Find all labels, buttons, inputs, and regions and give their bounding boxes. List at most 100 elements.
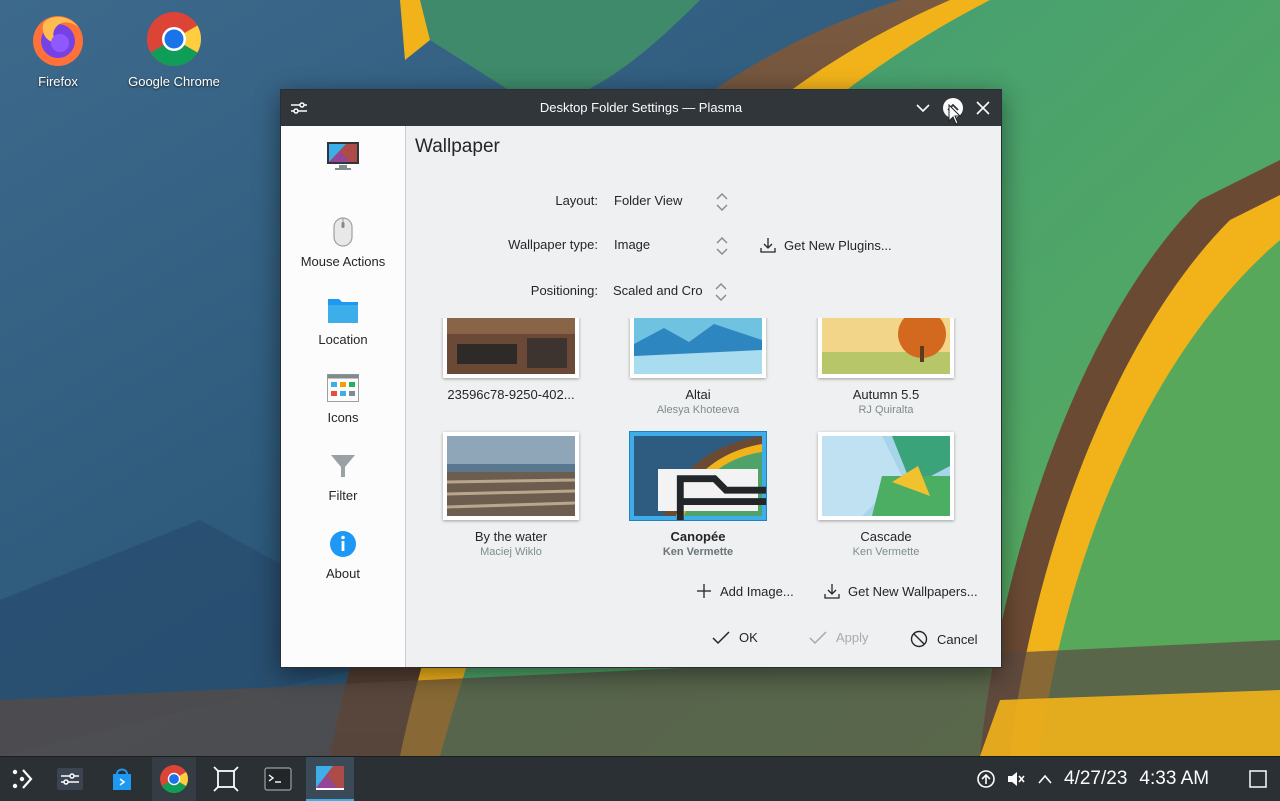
wallpaper-preview (447, 436, 575, 516)
wallpaper-name: Autumn 5.5 (852, 387, 920, 402)
taskbar: 4/27/23 4:33 AM (0, 756, 1280, 801)
mouse-cursor-icon (948, 104, 962, 125)
wallpaper-grid[interactable]: 23596c78-9250-402... Altai Alesya Khotee… (416, 318, 996, 588)
wallpaper-thumb-23596c78[interactable]: 23596c78-9250-402... (443, 318, 579, 404)
close-button[interactable] (973, 98, 993, 118)
updown-arrows-icon (716, 193, 728, 211)
get-new-plugins-label: Get New Plugins... (784, 237, 892, 253)
wallpaper-thumb-cascade[interactable]: Cascade Ken Vermette (818, 432, 954, 558)
close-icon (976, 101, 990, 115)
taskbar-discover[interactable] (100, 757, 144, 801)
icons-grid-icon (325, 370, 361, 406)
sidebar-item-label: Icons (327, 410, 359, 425)
get-new-plugins-button[interactable]: Get New Plugins... (760, 237, 892, 253)
volume-muted-icon[interactable] (1006, 769, 1026, 789)
desktop-icon-label: Firefox (38, 74, 78, 89)
taskbar-date[interactable]: 4/27/23 (1064, 768, 1127, 790)
wallpaper-name: 23596c78-9250-402... (447, 387, 575, 402)
launcher-icon (12, 769, 33, 789)
show-desktop-icon (1249, 770, 1267, 788)
desktop-icon-firefox[interactable]: Firefox (3, 10, 113, 89)
system-tray: 4/27/23 4:33 AM (976, 757, 1209, 801)
wallpaper-name: Cascade (860, 529, 912, 544)
wallpaper-author: Ken Vermette (662, 546, 734, 558)
ok-label: OK (739, 630, 758, 645)
get-new-wallpapers-button[interactable]: Get New Wallpapers... (824, 583, 978, 599)
updown-arrows-icon (715, 283, 727, 301)
wallpaper-thumb-by-the-water[interactable]: By the water Maciej Wiklo (443, 432, 579, 558)
firefox-icon (29, 10, 87, 68)
minimize-button[interactable] (913, 98, 933, 118)
desktop-icon-chrome[interactable]: Google Chrome (119, 10, 229, 89)
sidebar-item-about[interactable]: About (281, 526, 405, 581)
open-folder-overlay[interactable] (658, 469, 766, 520)
sidebar-item-icons[interactable]: Icons (281, 370, 405, 425)
sidebar-item-label: Location (318, 332, 368, 347)
monitor-icon (325, 138, 361, 174)
wallpaper-author: Alesya Khoteeva (656, 404, 740, 416)
taskbar-time[interactable]: 4:33 AM (1139, 768, 1209, 790)
ok-button[interactable]: OK (712, 630, 758, 645)
apply-label: Apply (836, 630, 869, 645)
taskbar-desktop-settings[interactable] (306, 757, 354, 801)
checkmark-icon (712, 630, 730, 644)
chrome-icon (160, 765, 188, 793)
plus-icon (697, 584, 711, 598)
sidebar-item-location[interactable]: Location (281, 292, 405, 347)
settings-sidebar: Mouse Actions Location Icons Filter Abou… (281, 126, 406, 667)
cancel-icon (910, 630, 928, 648)
taskbar-settings[interactable] (48, 757, 92, 801)
wallpaper-preview (447, 318, 575, 374)
taskbar-overview[interactable] (204, 757, 248, 801)
wallpaper-type-combo[interactable]: Image (614, 230, 734, 260)
wallpaper-thumb-canopee[interactable]: Canopée Ken Vermette (630, 432, 766, 558)
apply-button[interactable]: Apply (809, 630, 869, 645)
wallpaper-author: RJ Quiralta (858, 404, 914, 416)
dialog-title: Desktop Folder Settings — Plasma (539, 100, 743, 115)
sidebar-item-label: Mouse Actions (300, 254, 386, 269)
wallpaper-name: By the water (474, 529, 548, 544)
add-image-button[interactable]: Add Image... (696, 583, 794, 599)
wallpaper-type-value: Image (614, 237, 651, 252)
wallpaper-preview (634, 318, 762, 374)
sidebar-item-wallpaper[interactable] (281, 138, 405, 178)
positioning-combo[interactable]: Scaled and Cropped (613, 276, 733, 306)
wallpaper-page: Wallpaper Layout: Folder View Wallpaper … (406, 126, 1001, 667)
page-title: Wallpaper (415, 136, 500, 157)
info-icon (325, 526, 361, 562)
cancel-label: Cancel (937, 631, 978, 647)
titlebar[interactable]: Desktop Folder Settings — Plasma (281, 90, 1001, 126)
taskbar-chrome[interactable] (152, 757, 196, 801)
mouse-icon (325, 214, 361, 250)
show-desktop-button[interactable] (1236, 757, 1280, 801)
desktop-settings-icon (316, 766, 344, 790)
application-launcher-button[interactable] (0, 757, 44, 801)
chevron-up-icon[interactable] (1038, 774, 1052, 784)
positioning-value: Scaled and Cropped (613, 283, 703, 298)
sidebar-item-label: About (326, 566, 360, 581)
overview-icon (213, 766, 239, 792)
layout-combo[interactable]: Folder View (614, 186, 734, 216)
wallpaper-thumb-altai[interactable]: Altai Alesya Khoteeva (630, 318, 766, 416)
get-new-wallpapers-label: Get New Wallpapers... (848, 583, 978, 599)
sidebar-item-mouse-actions[interactable]: Mouse Actions (281, 214, 405, 269)
download-icon (760, 238, 776, 253)
taskbar-terminal[interactable] (256, 757, 300, 801)
wallpaper-author: Maciej Wiklo (480, 546, 542, 558)
wallpaper-type-label: Wallpaper type: (508, 237, 598, 252)
sidebar-item-filter[interactable]: Filter (281, 448, 405, 503)
wallpaper-name: Altai (685, 387, 711, 402)
sliders-icon (57, 768, 83, 790)
store-bag-icon (113, 768, 131, 790)
download-icon (824, 584, 840, 599)
desktop-folder-settings-dialog: Desktop Folder Settings — Plasma Mouse A… (280, 89, 1002, 668)
wallpaper-thumb-autumn[interactable]: Autumn 5.5 RJ Quiralta (818, 318, 954, 416)
update-icon[interactable] (976, 769, 996, 789)
cancel-button[interactable]: Cancel (910, 630, 977, 648)
checkmark-icon (809, 630, 827, 644)
wallpaper-type-row: Wallpaper type: Image (406, 230, 1001, 260)
add-image-label: Add Image... (720, 583, 794, 599)
wallpaper-preview (822, 318, 950, 374)
positioning-label: Positioning: (530, 283, 598, 298)
wallpaper-preview (822, 436, 950, 516)
